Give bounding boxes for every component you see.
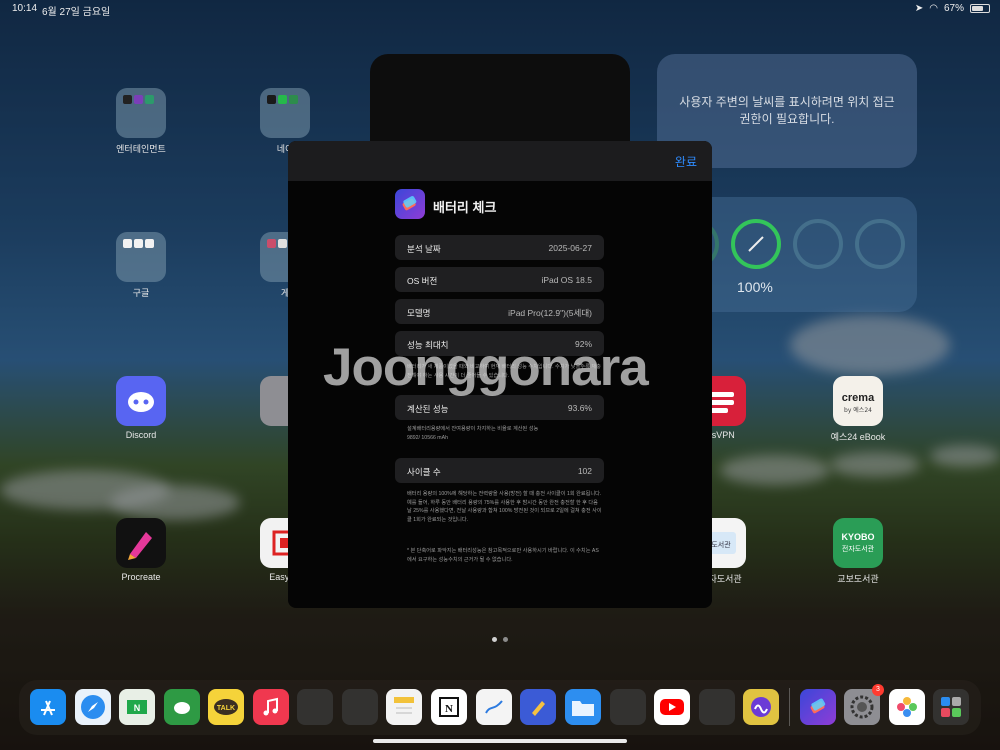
app-store-icon[interactable] — [30, 689, 66, 725]
notion-icon[interactable]: N — [431, 689, 467, 725]
dock-separator — [789, 688, 790, 726]
discord-icon — [116, 376, 166, 426]
location-icon: ➤ — [914, 3, 924, 14]
folder-icon — [116, 88, 166, 138]
app-procreate[interactable]: Procreate — [101, 518, 181, 582]
row-value: 93.6% — [567, 403, 592, 413]
page-dot — [492, 637, 497, 642]
wifi-icon: ◠ — [929, 3, 938, 14]
row-key: OS 버전 — [407, 276, 438, 286]
folder-icon — [116, 232, 166, 282]
info-row: 모델명 iPad Pro(12.9")(5세대) — [395, 299, 604, 324]
svg-text:crema: crema — [842, 392, 875, 404]
app-label: Procreate — [121, 572, 161, 582]
notes-icon[interactable] — [386, 689, 422, 725]
photos-icon[interactable] — [889, 689, 925, 725]
battery-icon — [970, 4, 990, 13]
note-capacity-mah: 9892/ 10566 mAh — [407, 435, 448, 441]
weather-widget-text: 사용자 주변의 날씨를 표시하려면 위치 접근 권한이 필요합니다. — [679, 95, 895, 126]
folder-icon[interactable] — [297, 689, 333, 725]
svg-text:KYOBO: KYOBO — [841, 532, 874, 542]
status-date: 6월 27일 금요일 — [42, 7, 111, 18]
youtube-icon[interactable] — [654, 689, 690, 725]
row-key: 사이클 수 — [407, 467, 441, 477]
row-value: iPad Pro(12.9")(5세대) — [508, 308, 592, 318]
battery-widget-percent: 100% — [737, 279, 773, 295]
info-row: 사이클 수 102 — [395, 458, 604, 483]
done-button[interactable]: 완료 — [675, 153, 697, 170]
shortcuts-icon[interactable] — [800, 689, 836, 725]
app-library-icon[interactable] — [933, 689, 969, 725]
row-key: 분석 날짜 — [407, 244, 441, 254]
goodnotes-icon[interactable] — [520, 689, 556, 725]
yesterday-icon[interactable] — [743, 689, 779, 725]
kakaotalk-icon[interactable]: TALK — [208, 689, 244, 725]
svg-text:N: N — [445, 703, 453, 715]
svg-text:전자도서관: 전자도서관 — [842, 544, 875, 553]
naver-mail-icon[interactable]: N — [119, 689, 155, 725]
note-cycle: 배터리 용량의 100%에 해당하는 전력량을 사용(방전) 할 때 충전 사이… — [407, 491, 602, 523]
sheet-header: 완료 — [288, 141, 712, 181]
sheet-title: 배터리 체크 — [433, 200, 497, 215]
freeform-icon[interactable] — [476, 689, 512, 725]
app-label: 엔터테인먼트 — [116, 144, 166, 154]
app-discord[interactable]: Discord — [101, 376, 181, 440]
safari-icon[interactable] — [75, 689, 111, 725]
home-indicator[interactable] — [373, 739, 627, 743]
info-row: 계산된 성능 93.6% — [395, 395, 604, 420]
crema-icon: crema by 예스24 — [833, 376, 883, 426]
note-disclaimer: * 본 단축어로 파악지는 배터리성능은 참고목적으로만 사용하시기 바랍니다.… — [407, 548, 599, 563]
shortcuts-icon — [395, 189, 425, 219]
app-label: 예스24 eBook — [830, 432, 886, 442]
files-icon[interactable] — [565, 689, 601, 725]
svg-text:N: N — [134, 703, 141, 713]
svg-text:by 예스24: by 예스24 — [844, 406, 872, 414]
page-dot — [503, 637, 508, 642]
page-indicator[interactable] — [492, 637, 508, 642]
app-folder-entertainment[interactable]: 엔터테인먼트 — [101, 88, 181, 155]
app-label: 교보도서관 — [837, 574, 879, 584]
battery-ring — [855, 219, 905, 269]
note-capacity: 설계배터리용량에서 잔여용량이 차지하는 비율로 계산된 성능 — [407, 426, 539, 432]
evernote-icon[interactable] — [164, 689, 200, 725]
status-time: 10:14 — [12, 3, 38, 14]
info-row: 분석 날짜 2025-06-27 — [395, 235, 604, 260]
battery-percent: 67% — [943, 3, 964, 14]
app-label: 구글 — [132, 288, 150, 298]
svg-text:도서관: 도서관 — [711, 540, 731, 549]
row-key: 계산된 성능 — [407, 404, 449, 414]
row-value: 102 — [577, 466, 592, 476]
procreate-icon — [116, 518, 166, 568]
kyobo-icon: KYOBO 전자도서관 — [833, 518, 883, 568]
app-folder-google[interactable]: 구글 — [101, 232, 181, 299]
settings-badge: 3 — [872, 684, 884, 696]
folder-icon[interactable] — [342, 689, 378, 725]
row-value: iPad OS 18.5 — [541, 275, 592, 285]
status-bar: 10:14 6월 27일 금요일 ➤ ◠ 67% — [0, 0, 1000, 18]
pencil-icon — [748, 236, 764, 252]
row-key: 모델명 — [407, 308, 431, 318]
row-value: 2025-06-27 — [548, 243, 592, 253]
watermark-logo: Joonggonara — [323, 338, 649, 397]
folder-icon[interactable] — [699, 689, 735, 725]
info-row: OS 버전 iPad OS 18.5 — [395, 267, 604, 292]
app-yes24-ebook[interactable]: crema by 예스24 예스24 eBook — [818, 376, 898, 443]
app-label: Discord — [125, 430, 157, 440]
app-kyobo-library[interactable]: KYOBO 전자도서관 교보도서관 — [818, 518, 898, 585]
folder-icon[interactable] — [610, 689, 646, 725]
music-icon[interactable] — [253, 689, 289, 725]
folder-icon — [260, 88, 310, 138]
battery-ring — [793, 219, 843, 269]
svg-text:TALK: TALK — [217, 705, 235, 712]
battery-ring-active — [731, 219, 781, 269]
